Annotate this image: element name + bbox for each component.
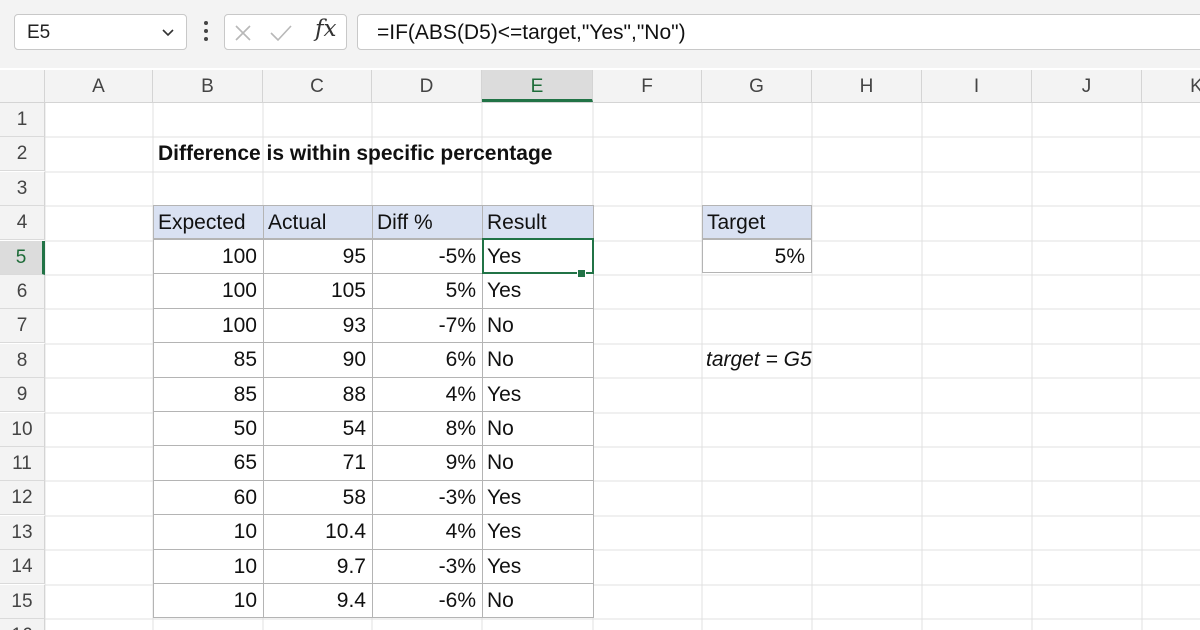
table-cell[interactable]: 100 [153,239,264,275]
row-header-1[interactable]: 1 [0,103,45,137]
table-cell[interactable]: 9% [372,445,483,481]
row-header-7[interactable]: 7 [0,309,45,344]
target-header[interactable]: Target [702,205,812,239]
table-header-cell[interactable]: Diff % [372,205,483,239]
cancel-icon[interactable] [233,23,253,43]
table-header-cell[interactable]: Result [482,205,594,239]
sheet-title[interactable]: Difference is within specific percentage [158,137,552,171]
table-cell[interactable]: 10 [153,583,264,619]
column-header-c[interactable]: C [263,70,372,102]
column-header-k[interactable]: K [1142,70,1200,102]
column-header-a[interactable]: A [45,70,153,102]
table-cell[interactable]: -5% [372,239,483,275]
formula-text: =IF(ABS(D5)<=target,"Yes","No") [377,21,686,44]
table-cell[interactable]: 9.4 [263,583,373,619]
row-header-9[interactable]: 9 [0,378,45,413]
row-header-8[interactable]: 8 [0,343,45,378]
column-header-d[interactable]: D [372,70,482,102]
column-header-h[interactable]: H [812,70,922,102]
table-cell[interactable]: 58 [263,479,373,516]
row-header-2[interactable]: 2 [0,137,45,172]
table-cell[interactable]: Yes [482,479,594,516]
table-header-cell[interactable]: Actual [263,205,373,239]
more-options-icon[interactable] [200,19,212,45]
table-cell[interactable]: 65 [153,445,264,481]
table-cell[interactable]: 85 [153,376,264,412]
column-header-f[interactable]: F [593,70,702,102]
row-header-12[interactable]: 12 [0,481,45,516]
name-box-value: E5 [27,22,51,43]
table-cell[interactable]: -7% [372,307,483,344]
table-cell[interactable]: No [482,583,594,619]
table-cell[interactable]: 100 [153,307,264,344]
row-header-14[interactable]: 14 [0,550,45,585]
select-all-corner[interactable] [0,70,45,102]
table-cell[interactable]: 105 [263,273,373,309]
table-cell[interactable]: 10 [153,548,264,584]
table-cell[interactable]: 85 [153,342,264,378]
row-header-6[interactable]: 6 [0,275,45,309]
table-cell[interactable]: 6% [372,342,483,378]
row-header-15[interactable]: 15 [0,584,45,619]
row-header-5[interactable]: 5 [0,240,45,275]
table-cell[interactable]: 60 [153,479,264,516]
table-cell[interactable]: -3% [372,479,483,516]
row-header-11[interactable]: 11 [0,447,45,481]
header-divider [0,102,1200,103]
target-value[interactable]: 5% [702,239,812,273]
table-cell[interactable]: Yes [482,376,594,412]
table-header-cell[interactable]: Expected [153,205,264,239]
chevron-down-icon[interactable] [161,26,175,40]
table-cell[interactable]: Yes [482,273,594,309]
table-cell[interactable]: 10.4 [263,514,373,550]
table-cell[interactable]: 4% [372,376,483,412]
table-cell[interactable]: 9.7 [263,548,373,584]
enter-icon[interactable] [269,23,293,43]
formula-buttons: fx [224,14,347,50]
row-header-16[interactable]: 16 [0,619,45,630]
table-cell[interactable]: 88 [263,376,373,412]
row-header-13[interactable]: 13 [0,515,45,550]
row-header-4[interactable]: 4 [0,206,45,241]
name-box[interactable]: E5 [14,14,187,50]
column-header-g[interactable]: G [702,70,812,102]
column-header-b[interactable]: B [153,70,263,102]
fill-handle[interactable] [577,269,586,278]
table-cell[interactable]: 100 [153,273,264,309]
table-cell[interactable]: 90 [263,342,373,378]
formula-bar-area: E5 fx =IF(ABS(D5)<=target,"Yes","No") [0,0,1200,68]
table-cell[interactable]: 93 [263,307,373,344]
table-cell[interactable]: 5% [372,273,483,309]
table-cell[interactable]: No [482,411,594,447]
table-cell[interactable]: Yes [482,548,594,584]
row-header-3[interactable]: 3 [0,171,45,206]
table-cell[interactable]: 95 [263,239,373,275]
table-cell[interactable]: 10 [153,514,264,550]
column-header-i[interactable]: I [922,70,1032,102]
table-cell[interactable]: Yes [482,514,594,550]
worksheet-grid[interactable]: ABCDEFGHIJK 12345678910111213141516 Diff… [0,68,1200,630]
table-cell[interactable]: 54 [263,411,373,447]
formula-input[interactable]: =IF(ABS(D5)<=target,"Yes","No") [357,14,1200,50]
column-header-e[interactable]: E [482,70,593,102]
table-cell[interactable]: 50 [153,411,264,447]
table-cell[interactable]: 71 [263,445,373,481]
named-range-note[interactable]: target = G5 [706,343,812,377]
row-header-10[interactable]: 10 [0,412,45,447]
table-cell[interactable]: No [482,445,594,481]
column-header-j[interactable]: J [1032,70,1142,102]
table-cell[interactable]: No [482,342,594,378]
table-cell[interactable]: -3% [372,548,483,584]
table-cell[interactable]: 8% [372,411,483,447]
table-cell[interactable]: 4% [372,514,483,550]
insert-function-icon[interactable]: fx [315,16,336,42]
table-cell[interactable]: No [482,307,594,344]
table-cell[interactable]: -6% [372,583,483,619]
